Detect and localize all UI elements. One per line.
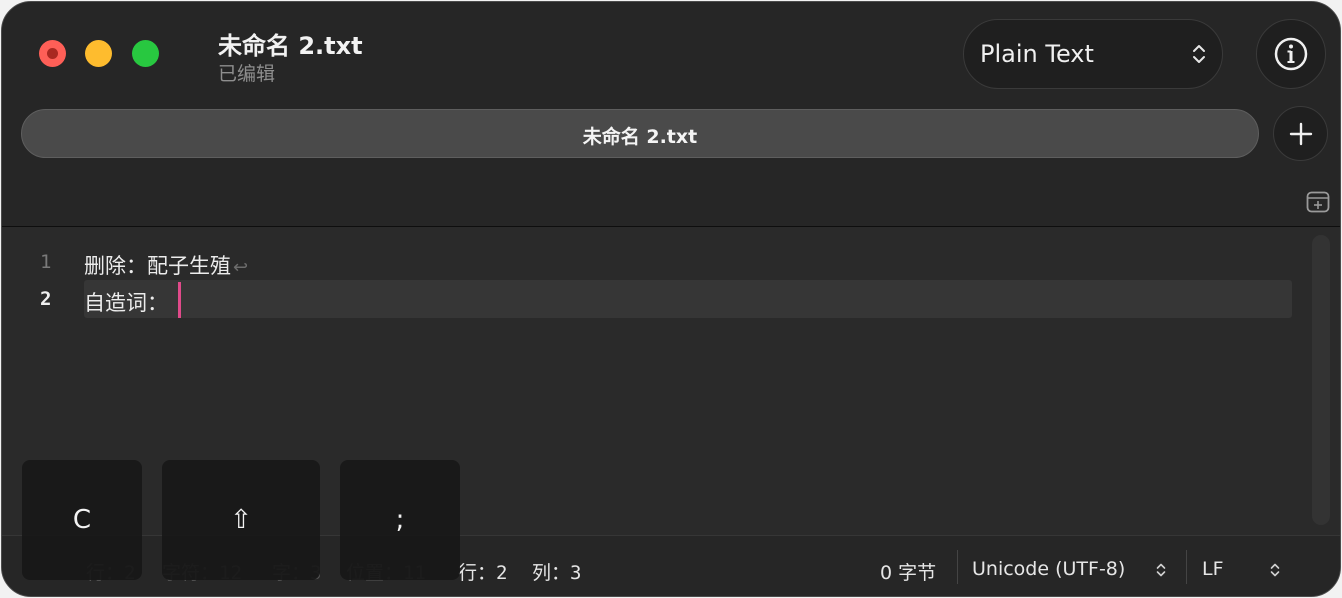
line-number: 1 [40, 251, 52, 273]
encoding-select[interactable]: Unicode (UTF-8) [972, 558, 1125, 580]
syntax-mode-label: Plain Text [980, 40, 1094, 68]
shift-icon: ⇧ [230, 505, 252, 535]
tab-untitled-2[interactable]: 未命名 2.txt [21, 109, 1259, 158]
text-caret [178, 282, 181, 318]
status-separator [957, 550, 958, 584]
keystroke-overlay-semicolon: ; [340, 460, 460, 580]
byte-count: 0 字节 [880, 562, 937, 584]
info-button[interactable] [1256, 19, 1326, 89]
line-ending-select[interactable]: LF [1202, 558, 1224, 580]
editor-line: 1 删除：配子生殖 ↩ [2, 243, 1292, 281]
close-button[interactable] [39, 40, 66, 67]
chevron-updown-icon [1270, 563, 1280, 577]
plus-icon [1289, 122, 1313, 146]
minimize-button[interactable] [85, 40, 112, 67]
info-circle-icon [1274, 37, 1308, 71]
line-number: 2 [40, 288, 52, 310]
chevron-updown-icon [1156, 563, 1166, 577]
add-tab-button[interactable] [1273, 106, 1328, 161]
tab-label: 未命名 2.txt [582, 126, 698, 148]
syntax-mode-select[interactable]: Plain Text [963, 19, 1223, 89]
current-line-highlight [84, 280, 1292, 318]
editor-window: 未命名 2.txt 已编辑 Plain Text 未命名 2.txt 1 删除：… [1, 1, 1341, 597]
status-separator [1186, 550, 1187, 584]
keystroke-overlay-c: C [22, 460, 142, 580]
row-stat: 行：2 [458, 562, 508, 584]
line-content: 删除：配子生殖 ↩ [84, 254, 249, 278]
key-label: ; [395, 505, 405, 535]
editor-line-current: 2 自造词： [2, 280, 1292, 318]
key-label: C [72, 505, 92, 535]
return-mark-icon: ↩ [233, 257, 249, 278]
titlebar: 未命名 2.txt 已编辑 Plain Text 未命名 2.txt [2, 2, 1340, 226]
line-content: 自造词： [84, 291, 168, 315]
keystroke-overlay-shift: ⇧ [162, 460, 320, 580]
document-title: 未命名 2.txt [218, 32, 363, 60]
document-status: 已编辑 [218, 63, 276, 85]
split-view-icon[interactable] [1306, 191, 1330, 213]
maximize-button[interactable] [132, 40, 159, 67]
column-stat: 列：3 [532, 562, 582, 584]
vertical-scrollbar[interactable] [1312, 235, 1330, 525]
chevron-updown-icon [1193, 45, 1205, 63]
